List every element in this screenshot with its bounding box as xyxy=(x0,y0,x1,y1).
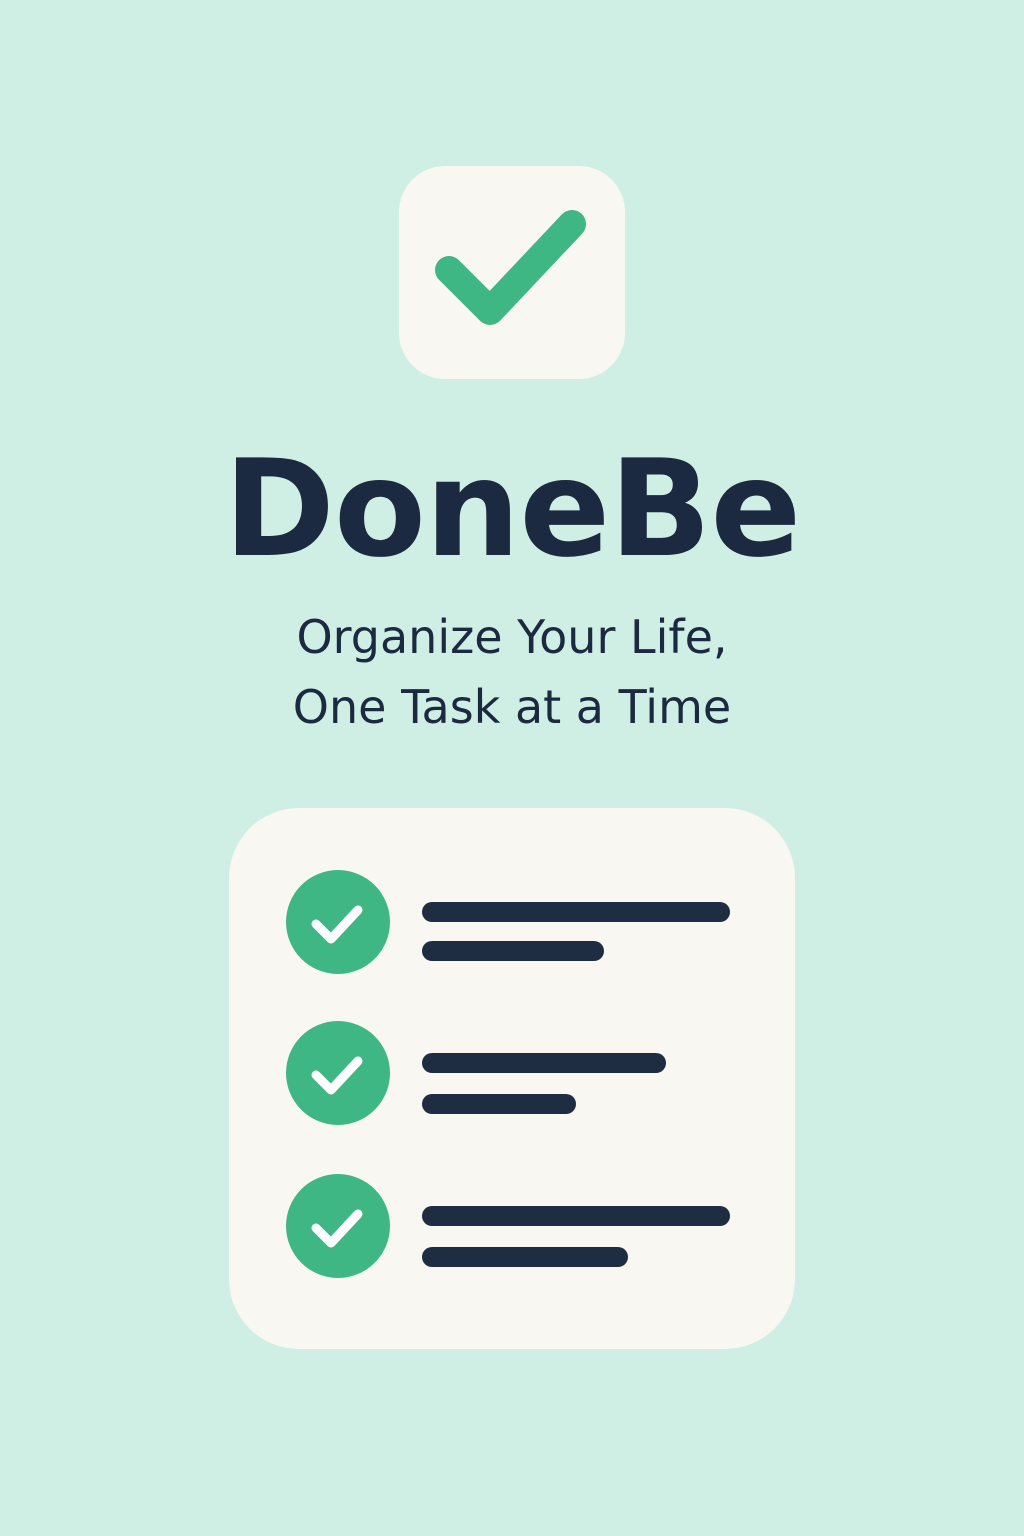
check-circle-icon xyxy=(286,1174,390,1278)
task-subtitle-bar xyxy=(422,941,604,961)
task-title-bar xyxy=(422,902,730,922)
check-circle-icon xyxy=(286,1021,390,1125)
task-item-1 xyxy=(229,870,795,974)
task-title-bar xyxy=(422,1053,666,1073)
tagline-line-1: Organize Your Life, xyxy=(296,610,728,664)
task-item-2 xyxy=(229,1021,795,1125)
tagline: Organize Your Life, One Task at a Time xyxy=(0,602,1024,742)
app-icon xyxy=(399,166,625,379)
task-title-bar xyxy=(422,1206,730,1226)
checkmark-icon xyxy=(435,210,586,325)
check-circle-icon xyxy=(286,870,390,974)
task-subtitle-bar xyxy=(422,1094,576,1114)
promo-screen: { "app": { "name": "DoneBe", "tagline_li… xyxy=(0,0,1024,1536)
app-title: DoneBe xyxy=(223,431,802,587)
checklist-card xyxy=(229,808,795,1349)
task-item-3 xyxy=(229,1174,795,1278)
tagline-line-2: One Task at a Time xyxy=(292,680,732,734)
task-subtitle-bar xyxy=(422,1247,628,1267)
